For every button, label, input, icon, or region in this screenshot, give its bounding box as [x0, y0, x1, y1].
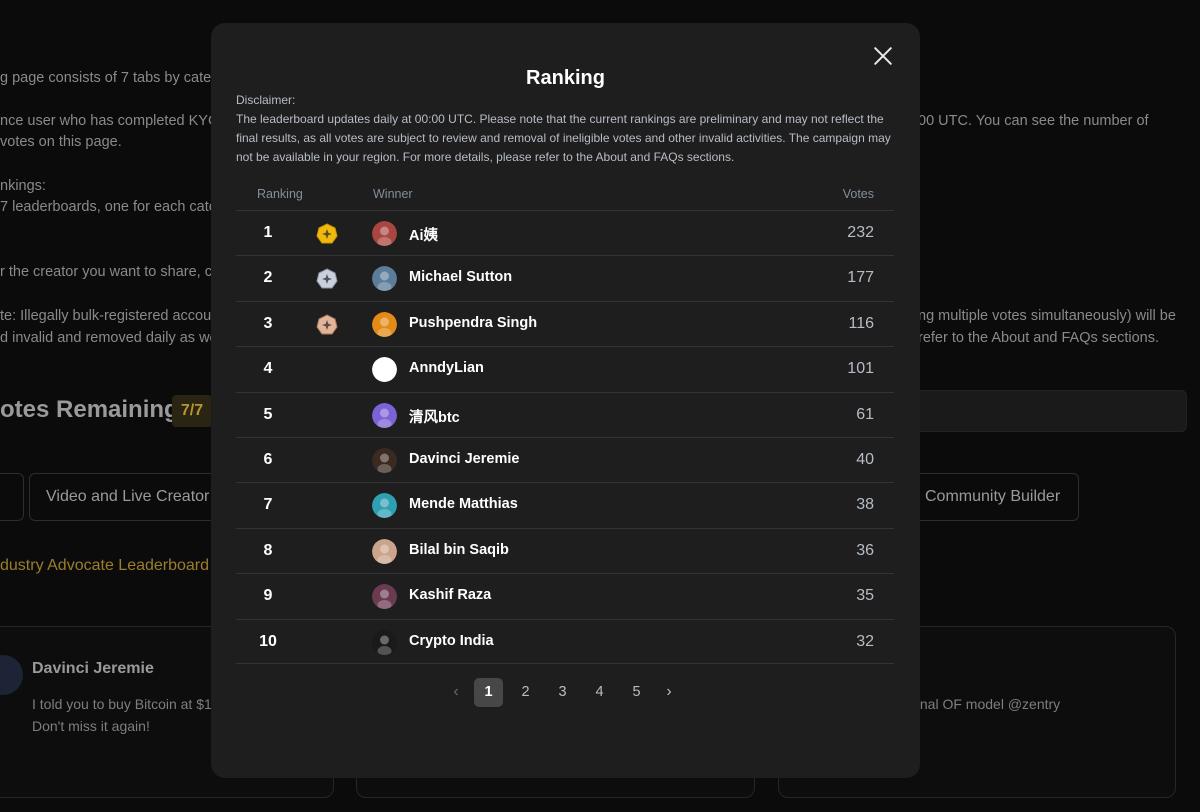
search-input[interactable]	[900, 390, 1187, 432]
disclaimer-text: The leaderboard updates daily at 00:00 U…	[236, 112, 891, 164]
bg-text: refer to the About and FAQs sections.	[918, 330, 1159, 346]
winner-name[interactable]: Pushpendra Singh	[409, 315, 537, 331]
chevron-left-icon[interactable]: ‹	[446, 678, 466, 707]
table-row[interactable]: 7 Mende Matthias 38	[236, 482, 894, 527]
rank-number: 4	[263, 360, 273, 378]
rank-number: 10	[259, 632, 277, 650]
category-tab-community-builder[interactable]: Community Builder	[908, 473, 1079, 521]
table-row[interactable]: 4 AnndyLian 101	[236, 346, 894, 391]
column-ranking: Ranking	[257, 187, 303, 201]
rank-number: 7	[263, 496, 273, 514]
chevron-right-icon[interactable]: ›	[659, 678, 679, 707]
rank-number: 9	[263, 587, 273, 605]
bg-text: ng multiple votes simultaneously) will b…	[918, 308, 1176, 324]
bg-text: votes on this page.	[0, 134, 122, 150]
bg-text: te: Illegally bulk-registered accour	[0, 308, 216, 324]
vote-count: 38	[856, 496, 874, 514]
winner-name[interactable]: AnndyLian	[409, 360, 484, 376]
table-row[interactable]: 5 清风btc 61	[236, 391, 894, 437]
table-row[interactable]: 2 Michael Sutton 177	[236, 255, 894, 300]
close-icon[interactable]	[872, 45, 894, 67]
disclaimer-heading: Disclaimer:	[236, 93, 296, 107]
bg-text: 7 leaderboards, one for each cate	[0, 199, 217, 215]
avatar-icon	[372, 402, 397, 428]
winner-name[interactable]: Mende Matthias	[409, 496, 518, 512]
page-button[interactable]: 3	[548, 678, 577, 707]
bronze-medal-icon	[316, 314, 338, 335]
winner-name[interactable]: 清风btc	[409, 406, 460, 427]
avatar-icon	[372, 357, 397, 383]
bg-text: 00 UTC. You can see the number of	[918, 113, 1149, 129]
page-button[interactable]: 5	[622, 678, 651, 707]
modal-title: Ranking	[526, 67, 605, 89]
creator-post: I told you to buy Bitcoin at $1	[32, 696, 212, 712]
column-winner: Winner	[373, 187, 413, 201]
rank-number: 5	[263, 405, 273, 423]
avatar-icon	[372, 266, 397, 292]
votes-remaining-heading: otes Remaining	[0, 396, 179, 423]
gold-medal-icon	[316, 223, 338, 244]
bg-text: g page consists of 7 tabs by categ	[0, 70, 220, 86]
bg-text: nkings:	[0, 178, 46, 194]
vote-count: 116	[848, 314, 874, 332]
vote-count: 36	[856, 541, 874, 559]
category-tab-video-live[interactable]: Video and Live Creator	[29, 473, 229, 521]
avatar-icon	[372, 493, 397, 519]
table-row[interactable]: 9 Kashif Raza 35	[236, 573, 894, 618]
table-row[interactable]: 10 Crypto India 32	[236, 618, 894, 664]
winner-name[interactable]: Michael Sutton	[409, 269, 512, 285]
page-button[interactable]: 1	[474, 677, 503, 707]
silver-medal-icon	[316, 268, 338, 289]
rank-number: 1	[263, 224, 273, 241]
avatar-icon	[372, 221, 397, 246]
avatar-icon	[372, 538, 397, 564]
creator-post: Don't miss it again!	[32, 718, 150, 734]
avatar-icon	[372, 447, 397, 473]
vote-count: 177	[847, 269, 874, 287]
vote-count: 35	[856, 587, 874, 605]
avatar-icon	[372, 629, 397, 655]
pagination: ‹ 1 2 3 4 5 ›	[446, 677, 687, 707]
bg-text: nce user who has completed KYC	[0, 113, 219, 129]
vote-count: 61	[856, 405, 874, 423]
vote-count: 101	[847, 360, 874, 378]
vote-count: 40	[856, 450, 874, 468]
page-button[interactable]: 4	[585, 678, 614, 707]
column-votes: Votes	[842, 187, 874, 201]
ranking-table: 1 Ai姨 232 2 Michael Sutton 177 3 Pushpen…	[236, 210, 894, 664]
avatar	[0, 655, 23, 695]
page-button[interactable]: 2	[511, 678, 540, 707]
winner-name[interactable]: Crypto India	[409, 633, 494, 649]
vote-count: 32	[856, 632, 874, 650]
avatar-icon	[372, 584, 397, 610]
winner-name[interactable]: Bilal bin Saqib	[409, 542, 509, 558]
creator-post: ional OF model @zentry	[909, 696, 1061, 712]
votes-remaining-badge: 7/7	[172, 395, 212, 427]
winner-name[interactable]: Kashif Raza	[409, 587, 491, 603]
disclaimer: Disclaimer: The leaderboard updates dail…	[236, 91, 891, 167]
rank-number: 6	[263, 450, 273, 468]
bg-text: r the creator you want to share, cl	[0, 264, 216, 280]
winner-name[interactable]: Davinci Jeremie	[409, 451, 519, 467]
rank-number: 3	[263, 314, 273, 332]
ranking-modal: Ranking Disclaimer: The leaderboard upda…	[211, 23, 920, 778]
creator-name: Davinci Jeremie	[32, 660, 154, 677]
rank-number: 8	[263, 541, 273, 559]
winner-name[interactable]: Ai姨	[409, 224, 438, 245]
table-row[interactable]: 6 Davinci Jeremie 40	[236, 436, 894, 482]
table-row[interactable]: 3 Pushpendra Singh 116	[236, 300, 894, 346]
avatar-icon	[372, 311, 397, 337]
leaderboard-link[interactable]: dustry Advocate Leaderboard	[0, 557, 209, 575]
table-row[interactable]: 1 Ai姨 232	[236, 210, 894, 255]
rank-number: 2	[263, 269, 273, 287]
table-row[interactable]: 8 Bilal bin Saqib 36	[236, 527, 894, 573]
vote-count: 232	[847, 224, 874, 241]
bg-text: d invalid and removed daily as we	[0, 330, 218, 346]
category-tab[interactable]	[0, 473, 24, 521]
table-header: Ranking Winner Votes	[236, 187, 894, 211]
